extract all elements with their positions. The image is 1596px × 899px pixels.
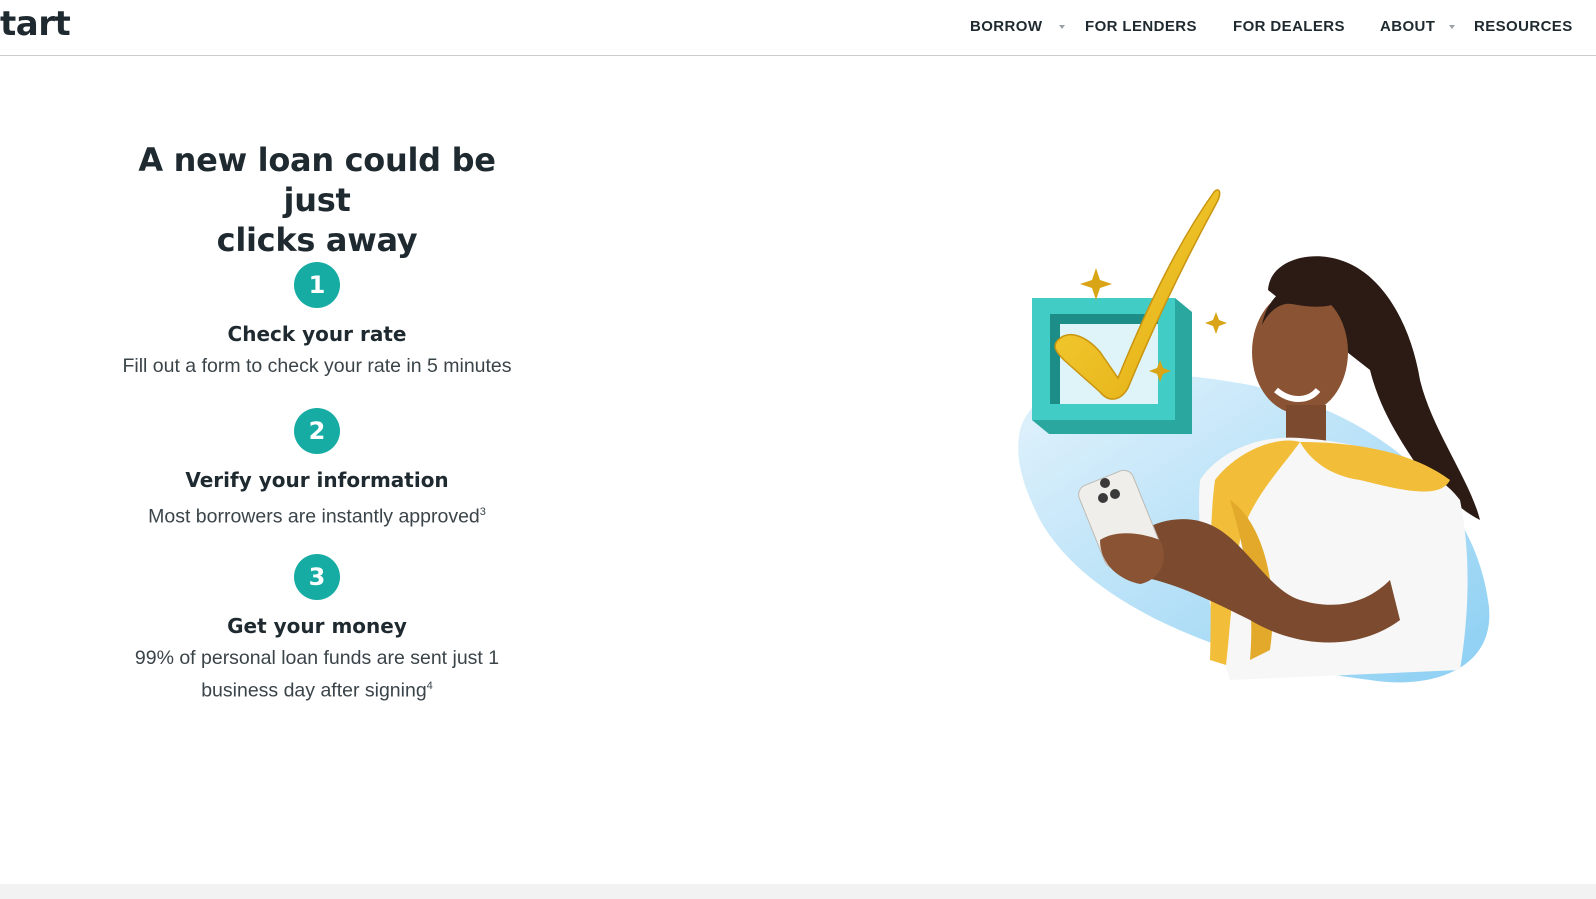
step-description-text: Most borrowers are instantly approved: [148, 505, 480, 528]
step-description-line-2: business day after signing: [201, 679, 427, 702]
footnote-marker[interactable]: 3: [480, 506, 486, 518]
chevron-down-icon[interactable]: [1059, 25, 1065, 29]
step-title: Verify your information: [185, 468, 449, 492]
nav-borrow[interactable]: BORROW: [970, 18, 1042, 35]
checkbox-check-icon: [1032, 298, 1192, 434]
site-logo[interactable]: tart: [0, 4, 71, 44]
step-description: Most borrowers are instantly approved3: [100, 498, 534, 531]
hero-illustration: [1000, 180, 1520, 710]
chevron-down-icon[interactable]: [1449, 25, 1455, 29]
footer-band: [0, 884, 1596, 899]
step-1: 1 Check your rate Fill out a form to che…: [100, 262, 534, 380]
step-number-badge: 3: [294, 554, 340, 600]
woman-face: [1252, 290, 1348, 414]
footnote-marker[interactable]: 4: [427, 680, 433, 692]
woman-with-phone-illustration: [1018, 189, 1490, 683]
headline-line-1: A new loan could be just: [138, 141, 496, 219]
nav-about[interactable]: ABOUT: [1380, 18, 1435, 35]
sparkle-icon: [1080, 268, 1112, 300]
step-number-badge: 2: [294, 408, 340, 454]
step-description-line-1: 99% of personal loan funds are sent just…: [134, 647, 500, 669]
step-2: 2 Verify your information Most borrowers…: [100, 408, 534, 531]
nav-for-dealers[interactable]: FOR DEALERS: [1233, 18, 1345, 35]
step-3: 3 Get your money 99% of personal loan fu…: [100, 554, 534, 705]
step-description: Fill out a form to check your rate in 5 …: [122, 355, 512, 377]
headline-line-2: clicks away: [216, 221, 418, 259]
site-header: tart BORROW FOR LENDERS FOR DEALERS ABOU…: [0, 0, 1596, 56]
step-number-badge: 1: [294, 262, 340, 308]
nav-resources[interactable]: RESOURCES: [1474, 18, 1573, 35]
step-title: Get your money: [227, 614, 407, 638]
page-headline: A new loan could be just clicks away: [100, 140, 534, 260]
how-it-works-section: A new loan could be just clicks away 1 C…: [100, 140, 534, 702]
sparkle-icon: [1205, 312, 1227, 334]
step-description: 99% of personal loan funds are sent just…: [100, 644, 534, 705]
step-title: Check your rate: [227, 322, 407, 346]
nav-for-lenders[interactable]: FOR LENDERS: [1085, 18, 1197, 35]
